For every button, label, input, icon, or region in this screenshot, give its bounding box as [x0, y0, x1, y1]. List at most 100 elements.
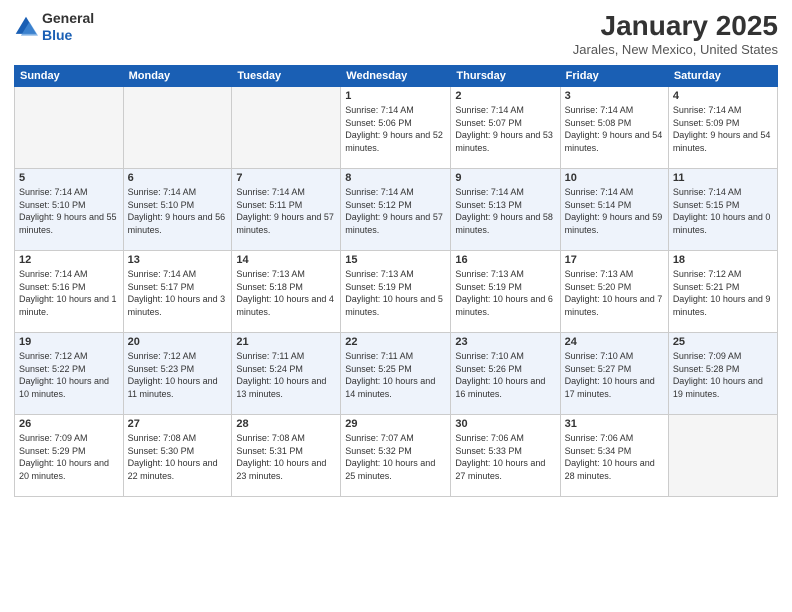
day-number: 8 — [345, 172, 446, 184]
calendar: Sunday Monday Tuesday Wednesday Thursday… — [14, 65, 778, 497]
header-thursday: Thursday — [451, 66, 560, 87]
table-row: 9 Sunrise: 7:14 AM Sunset: 5:13 PM Daylig… — [451, 169, 560, 251]
table-row: 3 Sunrise: 7:14 AM Sunset: 5:08 PM Daylig… — [560, 87, 668, 169]
day-number: 19 — [19, 336, 119, 348]
day-info: Sunrise: 7:14 AM Sunset: 5:10 PM Dayligh… — [128, 186, 228, 236]
day-info: Sunrise: 7:09 AM Sunset: 5:28 PM Dayligh… — [673, 350, 773, 400]
day-info: Sunrise: 7:14 AM Sunset: 5:07 PM Dayligh… — [455, 104, 555, 154]
day-info: Sunrise: 7:13 AM Sunset: 5:19 PM Dayligh… — [455, 268, 555, 318]
calendar-week-row: 1 Sunrise: 7:14 AM Sunset: 5:06 PM Daylig… — [15, 87, 778, 169]
calendar-week-row: 26 Sunrise: 7:09 AM Sunset: 5:29 PM Dayli… — [15, 415, 778, 497]
table-row: 25 Sunrise: 7:09 AM Sunset: 5:28 PM Dayli… — [668, 333, 777, 415]
day-number: 9 — [455, 172, 555, 184]
calendar-week-row: 5Sunrise: 7:14 AM Sunset: 5:10 PM Daylig… — [15, 169, 778, 251]
day-number: 21 — [236, 336, 336, 348]
day-info: Sunrise: 7:14 AM Sunset: 5:09 PM Dayligh… — [673, 104, 773, 154]
day-number: 31 — [565, 418, 664, 430]
header-wednesday: Wednesday — [341, 66, 451, 87]
day-info: Sunrise: 7:14 AM Sunset: 5:06 PM Dayligh… — [345, 104, 446, 154]
day-number: 10 — [565, 172, 664, 184]
day-number: 20 — [128, 336, 228, 348]
table-row: 24 Sunrise: 7:10 AM Sunset: 5:27 PM Dayli… — [560, 333, 668, 415]
title-area: January 2025 Jarales, New Mexico, United… — [573, 10, 778, 57]
day-number: 23 — [455, 336, 555, 348]
table-row: 29 Sunrise: 7:07 AM Sunset: 5:32 PM Dayli… — [341, 415, 451, 497]
header-friday: Friday — [560, 66, 668, 87]
day-number: 22 — [345, 336, 446, 348]
day-info: Sunrise: 7:14 AM Sunset: 5:10 PM Dayligh… — [19, 186, 119, 236]
day-info: Sunrise: 7:14 AM Sunset: 5:17 PM Dayligh… — [128, 268, 228, 318]
table-row: 11Sunrise: 7:14 AM Sunset: 5:15 PM Dayli… — [668, 169, 777, 251]
day-info: Sunrise: 7:14 AM Sunset: 5:16 PM Dayligh… — [19, 268, 119, 318]
day-info: Sunrise: 7:10 AM Sunset: 5:27 PM Dayligh… — [565, 350, 664, 400]
day-info: Sunrise: 7:10 AM Sunset: 5:26 PM Dayligh… — [455, 350, 555, 400]
day-number: 29 — [345, 418, 446, 430]
table-row — [123, 87, 232, 169]
table-row: 8 Sunrise: 7:14 AM Sunset: 5:12 PM Daylig… — [341, 169, 451, 251]
day-info: Sunrise: 7:12 AM Sunset: 5:23 PM Dayligh… — [128, 350, 228, 400]
day-info: Sunrise: 7:14 AM Sunset: 5:11 PM Dayligh… — [236, 186, 336, 236]
table-row: 16 Sunrise: 7:13 AM Sunset: 5:19 PM Dayli… — [451, 251, 560, 333]
table-row: 15 Sunrise: 7:13 AM Sunset: 5:19 PM Dayli… — [341, 251, 451, 333]
table-row: 6Sunrise: 7:14 AM Sunset: 5:10 PM Daylig… — [123, 169, 232, 251]
day-number: 24 — [565, 336, 664, 348]
table-row: 26 Sunrise: 7:09 AM Sunset: 5:29 PM Dayli… — [15, 415, 124, 497]
day-info: Sunrise: 7:06 AM Sunset: 5:33 PM Dayligh… — [455, 432, 555, 482]
day-info: Sunrise: 7:12 AM Sunset: 5:22 PM Dayligh… — [19, 350, 119, 400]
day-number: 26 — [19, 418, 119, 430]
calendar-week-row: 12Sunrise: 7:14 AM Sunset: 5:16 PM Dayli… — [15, 251, 778, 333]
day-info: Sunrise: 7:13 AM Sunset: 5:20 PM Dayligh… — [565, 268, 664, 318]
day-info: Sunrise: 7:08 AM Sunset: 5:31 PM Dayligh… — [236, 432, 336, 482]
logo-general: General — [42, 10, 94, 27]
day-number: 7 — [236, 172, 336, 184]
day-info: Sunrise: 7:14 AM Sunset: 5:13 PM Dayligh… — [455, 186, 555, 236]
table-row: 28 Sunrise: 7:08 AM Sunset: 5:31 PM Dayli… — [232, 415, 341, 497]
table-row: 2 Sunrise: 7:14 AM Sunset: 5:07 PM Daylig… — [451, 87, 560, 169]
day-number: 15 — [345, 254, 446, 266]
day-number: 18 — [673, 254, 773, 266]
logo-blue: Blue — [42, 27, 94, 44]
day-number: 4 — [673, 90, 773, 102]
table-row: 22 Sunrise: 7:11 AM Sunset: 5:25 PM Dayli… — [341, 333, 451, 415]
day-number: 28 — [236, 418, 336, 430]
table-row: 31 Sunrise: 7:06 AM Sunset: 5:34 PM Dayli… — [560, 415, 668, 497]
day-info: Sunrise: 7:14 AM Sunset: 5:15 PM Dayligh… — [673, 186, 773, 236]
table-row: 20 Sunrise: 7:12 AM Sunset: 5:23 PM Dayli… — [123, 333, 232, 415]
day-number: 16 — [455, 254, 555, 266]
table-row: 4 Sunrise: 7:14 AM Sunset: 5:09 PM Daylig… — [668, 87, 777, 169]
day-info: Sunrise: 7:14 AM Sunset: 5:14 PM Dayligh… — [565, 186, 664, 236]
logo-text: General Blue — [42, 10, 94, 44]
day-info: Sunrise: 7:14 AM Sunset: 5:08 PM Dayligh… — [565, 104, 664, 154]
header-monday: Monday — [123, 66, 232, 87]
day-info: Sunrise: 7:14 AM Sunset: 5:12 PM Dayligh… — [345, 186, 446, 236]
header-tuesday: Tuesday — [232, 66, 341, 87]
day-number: 13 — [128, 254, 228, 266]
day-info: Sunrise: 7:13 AM Sunset: 5:19 PM Dayligh… — [345, 268, 446, 318]
table-row: 10 Sunrise: 7:14 AM Sunset: 5:14 PM Dayli… — [560, 169, 668, 251]
header: General Blue January 2025 Jarales, New M… — [14, 10, 778, 57]
day-info: Sunrise: 7:13 AM Sunset: 5:18 PM Dayligh… — [236, 268, 336, 318]
header-sunday: Sunday — [15, 66, 124, 87]
day-number: 14 — [236, 254, 336, 266]
table-row: 17Sunrise: 7:13 AM Sunset: 5:20 PM Dayli… — [560, 251, 668, 333]
header-saturday: Saturday — [668, 66, 777, 87]
day-number: 2 — [455, 90, 555, 102]
day-info: Sunrise: 7:11 AM Sunset: 5:24 PM Dayligh… — [236, 350, 336, 400]
day-number: 3 — [565, 90, 664, 102]
day-info: Sunrise: 7:07 AM Sunset: 5:32 PM Dayligh… — [345, 432, 446, 482]
day-number: 25 — [673, 336, 773, 348]
day-info: Sunrise: 7:09 AM Sunset: 5:29 PM Dayligh… — [19, 432, 119, 482]
table-row: 5Sunrise: 7:14 AM Sunset: 5:10 PM Daylig… — [15, 169, 124, 251]
table-row: 27Sunrise: 7:08 AM Sunset: 5:30 PM Dayli… — [123, 415, 232, 497]
day-number: 30 — [455, 418, 555, 430]
day-info: Sunrise: 7:08 AM Sunset: 5:30 PM Dayligh… — [128, 432, 228, 482]
table-row: 1 Sunrise: 7:14 AM Sunset: 5:06 PM Daylig… — [341, 87, 451, 169]
day-info: Sunrise: 7:11 AM Sunset: 5:25 PM Dayligh… — [345, 350, 446, 400]
table-row: 19 Sunrise: 7:12 AM Sunset: 5:22 PM Dayli… — [15, 333, 124, 415]
logo: General Blue — [14, 10, 94, 44]
page: General Blue January 2025 Jarales, New M… — [0, 0, 792, 612]
day-number: 1 — [345, 90, 446, 102]
calendar-week-row: 19 Sunrise: 7:12 AM Sunset: 5:22 PM Dayli… — [15, 333, 778, 415]
logo-icon — [14, 15, 38, 39]
day-info: Sunrise: 7:06 AM Sunset: 5:34 PM Dayligh… — [565, 432, 664, 482]
